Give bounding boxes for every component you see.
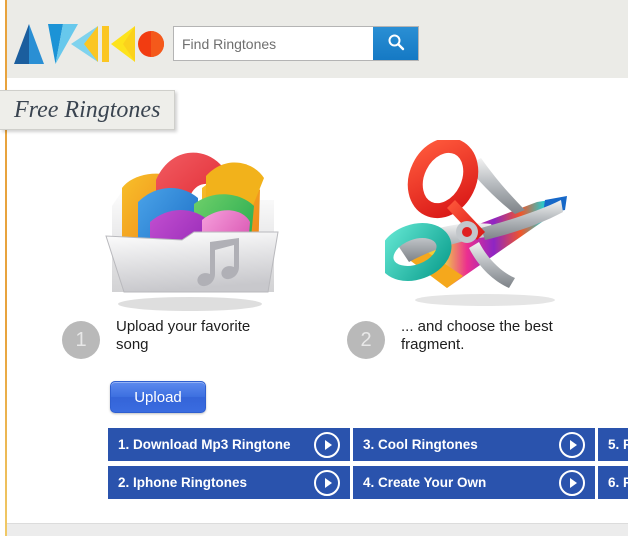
nav-link-3-label: 3. Cool Ringtones: [363, 437, 478, 452]
scissors-ribbon-illustration: [378, 137, 585, 315]
left-accent-rule: [5, 0, 7, 536]
footer-bar: [7, 523, 628, 536]
chevron-right-circle-icon: [559, 469, 585, 496]
site-header: [7, 0, 628, 78]
step-2-number: 2: [347, 321, 385, 359]
chevron-right-circle-icon: [314, 431, 340, 458]
nav-link-4[interactable]: 4. Create Your Own: [353, 466, 595, 499]
nav-link-1-label: 1. Download Mp3 Ringtone: [118, 437, 291, 452]
ringtone-links-grid: 1. Download Mp3 Ringtone 3. Cool Rington…: [108, 428, 628, 499]
avdko-logo[interactable]: [12, 22, 164, 67]
search-box[interactable]: [173, 26, 419, 61]
page-title: Free Ringtones: [14, 96, 161, 123]
search-icon: [387, 33, 405, 54]
nav-link-1[interactable]: 1. Download Mp3 Ringtone: [108, 428, 350, 461]
music-folder-illustration: [98, 140, 283, 315]
search-button[interactable]: [373, 27, 418, 60]
nav-link-6[interactable]: 6. R: [598, 466, 628, 499]
chevron-right-circle-icon: [559, 431, 585, 458]
nav-link-2[interactable]: 2. Iphone Ringtones: [108, 466, 350, 499]
step-2-text: ... and choose the best fragment.: [401, 318, 553, 353]
chevron-right-circle-icon: [314, 469, 340, 496]
step-1: 1 Upload your favorite song: [62, 318, 286, 359]
nav-link-2-label: 2. Iphone Ringtones: [118, 475, 248, 490]
step-1-text: Upload your favorite song: [116, 318, 251, 353]
page-title-tab: Free Ringtones: [0, 90, 176, 130]
nav-link-4-label: 4. Create Your Own: [363, 475, 487, 490]
step-1-number: 1: [62, 321, 100, 359]
nav-link-6-label: 6. R: [608, 475, 628, 490]
nav-link-3[interactable]: 3. Cool Ringtones: [353, 428, 595, 461]
nav-link-5[interactable]: 5. F: [598, 428, 628, 461]
steps-row: 1 Upload your favorite song 2 ... and ch…: [0, 318, 628, 370]
search-input[interactable]: [174, 27, 373, 60]
nav-link-5-label: 5. F: [608, 437, 628, 452]
step-2: 2 ... and choose the best fragment.: [347, 318, 571, 359]
page-root: Free Ringtones: [0, 0, 628, 536]
upload-button[interactable]: Upload: [110, 381, 206, 413]
